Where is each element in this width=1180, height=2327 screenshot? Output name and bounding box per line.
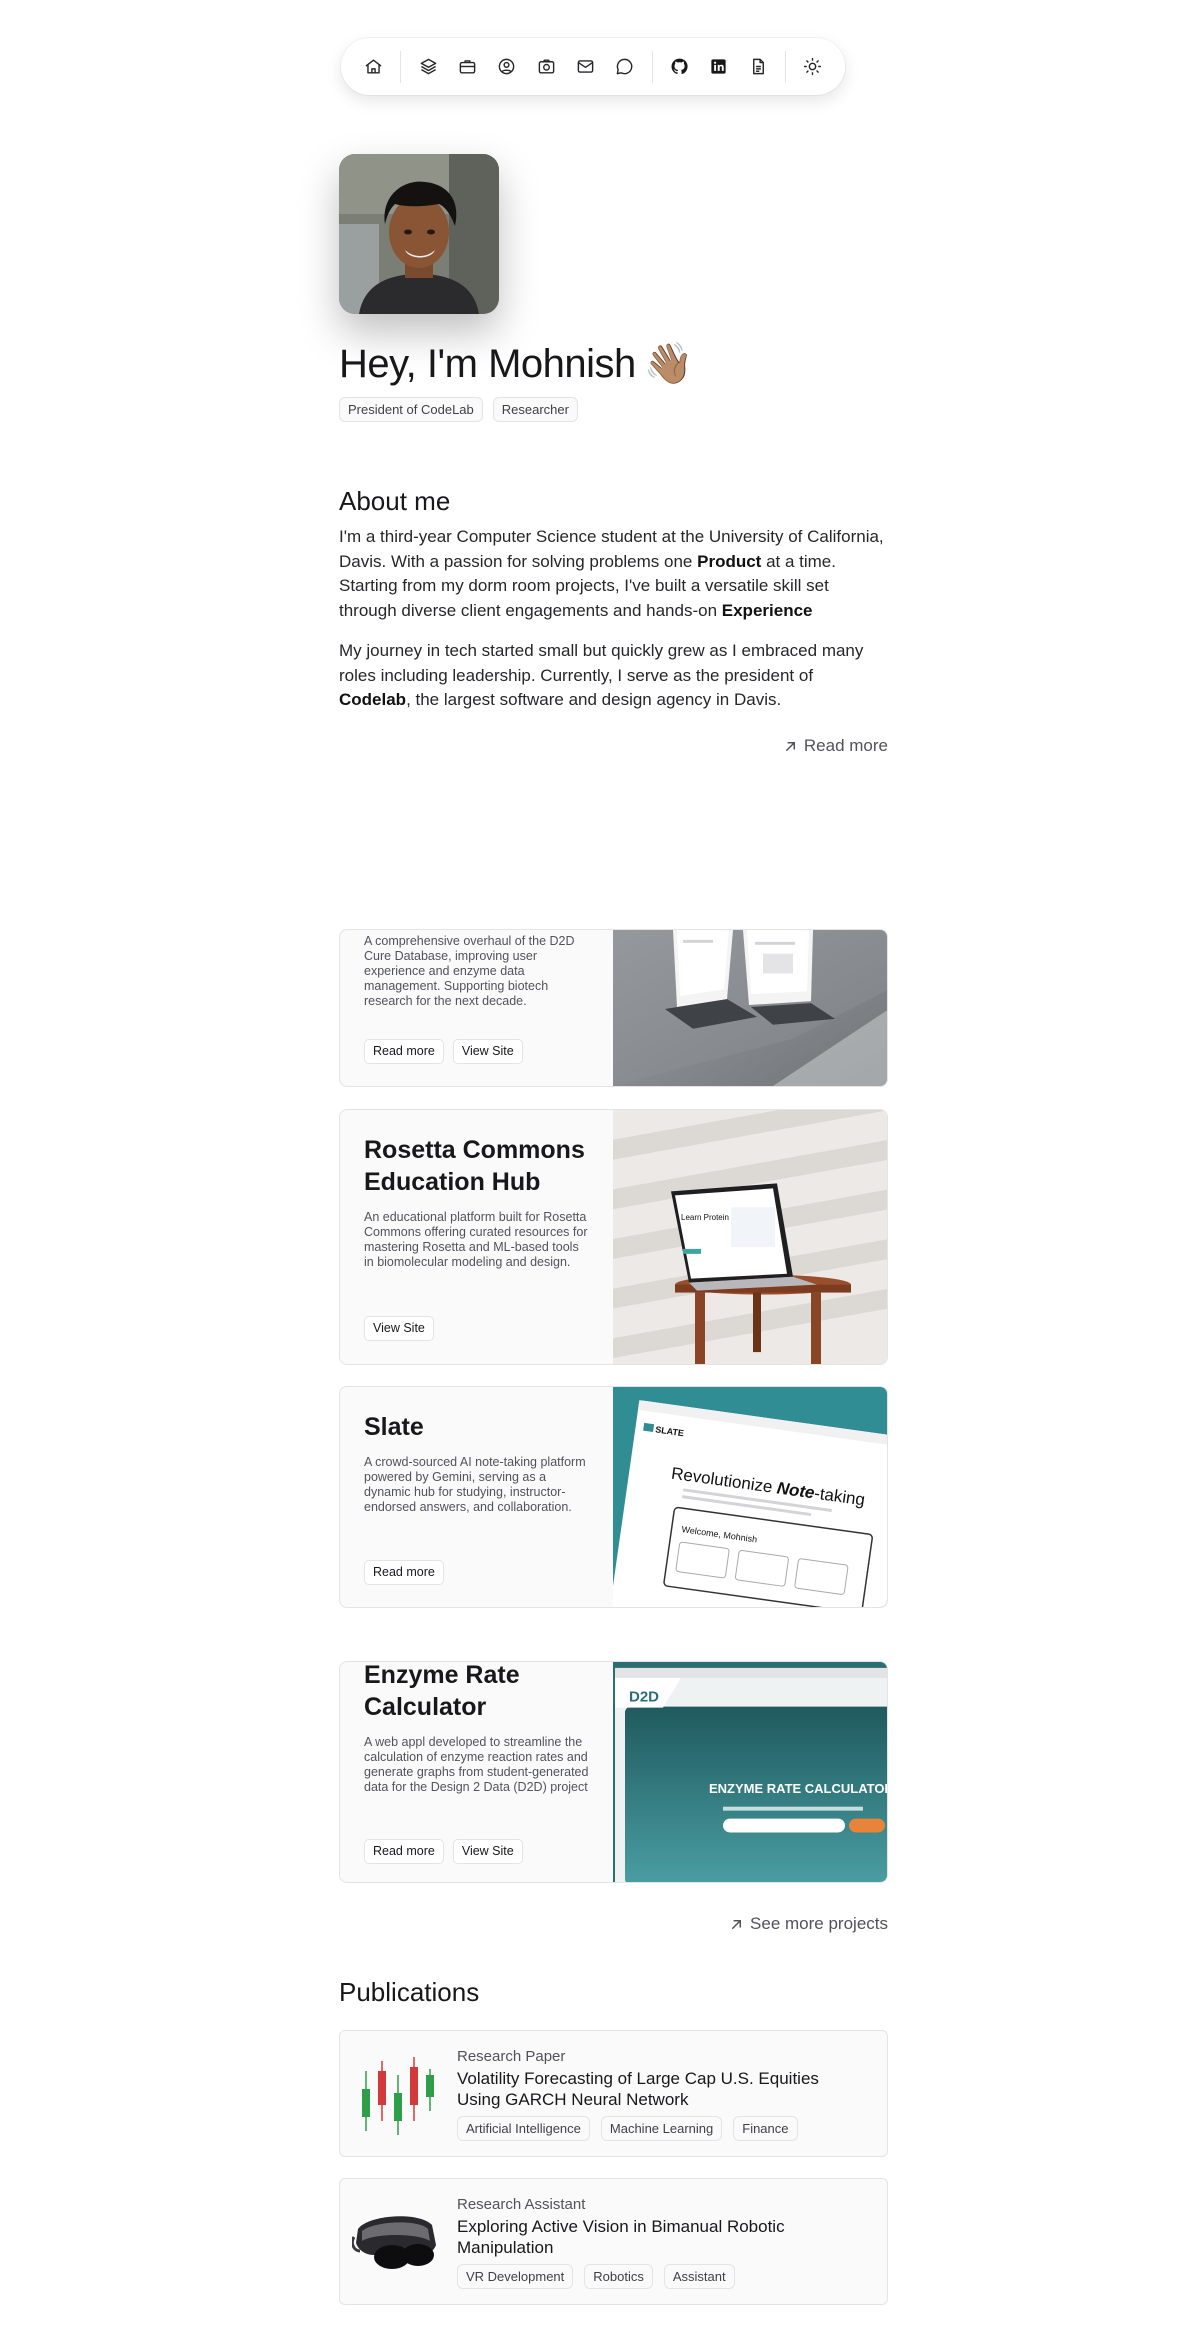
project-buttons: Read more View Site <box>364 1839 523 1864</box>
publication-tags: VR Development Robotics Assistant <box>457 2264 735 2289</box>
project-image-laptops <box>613 930 887 1086</box>
read-more-button[interactable]: Read more <box>364 1039 444 1064</box>
topic-tag: Robotics <box>584 2264 653 2289</box>
about-emphasis-product: Product <box>697 551 762 571</box>
camera-icon[interactable] <box>526 47 565 87</box>
project-image-slate-screenshot: SLATE Revolutionize Note-taking Welcome,… <box>613 1387 887 1607</box>
nav-divider <box>784 50 786 83</box>
project-description: An educational platform built for Rosett… <box>364 1210 588 1269</box>
about-text: My journey in tech started small but qui… <box>339 641 864 685</box>
project-card-rosetta: Rosetta Commons Education Hub An educati… <box>339 1109 888 1365</box>
project-buttons: Read more View Site <box>364 1039 523 1064</box>
project-title: Slate <box>364 1413 424 1441</box>
sun-icon[interactable] <box>793 47 832 87</box>
topic-tag: Artificial Intelligence <box>457 2116 590 2141</box>
project-buttons: Read more <box>364 1560 444 1585</box>
home-icon[interactable] <box>354 47 393 87</box>
hero-greeting: Hey, I'm Mohnish <box>339 342 636 386</box>
publication-type: Research Paper <box>457 2048 566 2065</box>
project-title: Enzyme Rate Calculator <box>364 1661 520 1721</box>
project-description: A crowd-sourced AI note-taking platform … <box>364 1455 586 1514</box>
candlestick-chart-icon <box>352 2051 442 2137</box>
mail-icon[interactable] <box>566 47 605 87</box>
top-navigation <box>341 38 845 95</box>
project-image-laptop-on-table: Learn Protein Modeling <box>613 1110 887 1364</box>
about-emphasis-codelab: Codelab <box>339 690 407 709</box>
project-card-slate: Slate A crowd-sourced AI note-taking pla… <box>339 1386 888 1608</box>
about-text: , the largest software and design agency… <box>406 690 782 709</box>
publication-title: Volatility Forecasting of Large Cap U.S.… <box>457 2069 819 2109</box>
linkedin-icon[interactable] <box>699 47 738 87</box>
enzyme-logo-text: D2D <box>629 1689 659 1706</box>
publication-tags: Artificial Intelligence Machine Learning… <box>457 2116 798 2141</box>
role-badge: President of CodeLab <box>339 397 483 422</box>
see-more-projects-link[interactable]: See more projects <box>729 1914 888 1934</box>
see-more-label: See more projects <box>750 1914 888 1933</box>
topic-tag: Finance <box>733 2116 798 2141</box>
briefcase-icon[interactable] <box>448 47 487 87</box>
about-read-more-link[interactable]: Read more <box>783 736 888 756</box>
read-more-label: Read more <box>803 736 888 755</box>
chat-icon[interactable] <box>605 47 644 87</box>
nav-divider <box>400 50 402 83</box>
publication-title: Exploring Active Vision in Bimanual Robo… <box>457 2217 785 2257</box>
project-card-enzyme-rate-calculator: Enzyme Rate Calculator A web appl develo… <box>339 1661 888 1883</box>
project-image-enzyme-screenshot: D2D ENZYME RATE CALCULATOR <box>613 1662 888 1882</box>
topic-tag: Machine Learning <box>600 2116 723 2141</box>
user-circle-icon[interactable] <box>487 47 526 87</box>
project-title: Rosetta Commons Education Hub <box>364 1136 585 1196</box>
about-paragraph-2: My journey in tech started small but qui… <box>339 639 889 713</box>
publication-card[interactable]: Research Paper Volatility Forecasting of… <box>339 2030 888 2157</box>
project-card-d2d-cure: A comprehensive overhaul of the D2D Cure… <box>339 929 888 1087</box>
about-emphasis-experience: Experience <box>721 600 813 620</box>
document-icon[interactable] <box>738 47 777 87</box>
about-paragraph-1: I'm a third-year Computer Science studen… <box>339 525 889 623</box>
publications-heading: Publications <box>339 1977 480 2007</box>
project-description: A comprehensive overhaul of the D2D Cure… <box>364 934 575 1008</box>
project-text: Slate A crowd-sourced AI note-taking pla… <box>364 1411 590 1515</box>
project-text: Enzyme Rate Calculator A web appl develo… <box>364 1661 590 1795</box>
view-site-button[interactable]: View Site <box>452 1039 523 1064</box>
project-buttons: View Site <box>364 1316 434 1341</box>
github-icon[interactable] <box>660 47 699 87</box>
read-more-button[interactable]: Read more <box>364 1839 444 1864</box>
project-text: Rosetta Commons Education Hub An educati… <box>364 1134 590 1270</box>
hero-tags: President of CodeLab Researcher <box>339 397 578 422</box>
read-more-button[interactable]: Read more <box>364 1560 444 1585</box>
nav-divider <box>651 50 653 83</box>
enzyme-screen-title: ENZYME RATE CALCULATOR <box>709 1781 888 1796</box>
about-heading: About me <box>339 486 451 516</box>
layers-icon[interactable] <box>408 47 447 87</box>
role-badge: Researcher <box>492 397 578 422</box>
view-site-button[interactable]: View Site <box>364 1316 434 1341</box>
topic-tag: VR Development <box>457 2264 574 2289</box>
arrow-up-right-icon <box>732 1919 742 1929</box>
topic-tag: Assistant <box>663 2264 735 2289</box>
publication-card[interactable]: Research Assistant Exploring Active Visi… <box>339 2178 888 2305</box>
hero-heading: Hey, I'm Mohnish 👋🏽 <box>339 340 694 387</box>
vr-headset-icon <box>350 2199 442 2285</box>
avatar <box>339 154 499 314</box>
view-site-button[interactable]: View Site <box>452 1839 523 1864</box>
waving-hand-emoji: 👋🏽 <box>643 342 694 386</box>
project-description: A web appl developed to streamline the c… <box>364 1735 589 1794</box>
arrow-up-right-icon <box>785 741 795 751</box>
project-text: A comprehensive overhaul of the D2D Cure… <box>364 934 590 1009</box>
publication-type: Research Assistant <box>457 2196 586 2213</box>
